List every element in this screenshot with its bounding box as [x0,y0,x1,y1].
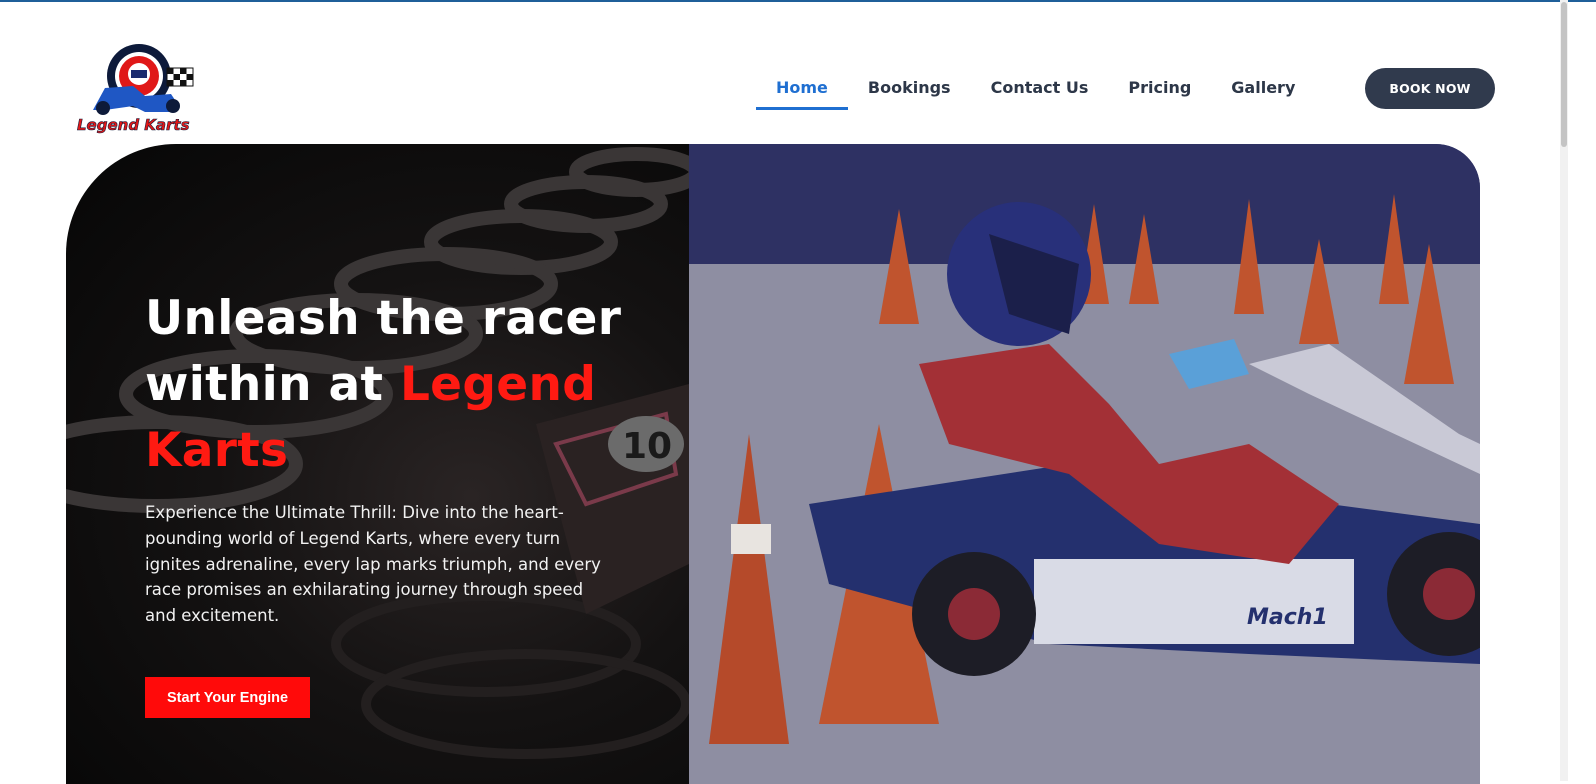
svg-text:Mach1: Mach1 [1247,605,1328,630]
scrollbar-thumb[interactable] [1561,2,1567,147]
hero-kart-photo: Mach1 [689,144,1480,784]
legend-karts-logo[interactable]: Legend Karts [75,40,197,136]
page-scrollbar[interactable] [1560,0,1568,781]
hero-description: Experience the Ultimate Thrill: Dive int… [145,503,601,626]
hero-left-panel: 10 Unleash the racer within at Legend Ka… [66,144,689,784]
top-accent-line [0,0,1596,2]
hero-section: 10 Unleash the racer within at Legend Ka… [66,144,1480,784]
nav-home[interactable]: Home [756,66,848,110]
start-your-engine-button[interactable]: Start Your Engine [145,677,310,718]
main-navigation: Home Bookings Contact Us Pricing Gallery [756,66,1315,110]
svg-text:10: 10 [622,426,672,467]
hero-headline: Unleash the racer within at Legend Karts [145,286,625,484]
svg-text:Legend Karts: Legend Karts [77,116,190,134]
nav-gallery[interactable]: Gallery [1211,66,1315,110]
kart-racer-image: Mach1 [689,144,1480,784]
nav-contact-us[interactable]: Contact Us [971,66,1109,110]
book-now-button[interactable]: BOOK NOW [1365,68,1495,109]
nav-pricing[interactable]: Pricing [1108,66,1211,110]
nav-bookings[interactable]: Bookings [848,66,971,110]
